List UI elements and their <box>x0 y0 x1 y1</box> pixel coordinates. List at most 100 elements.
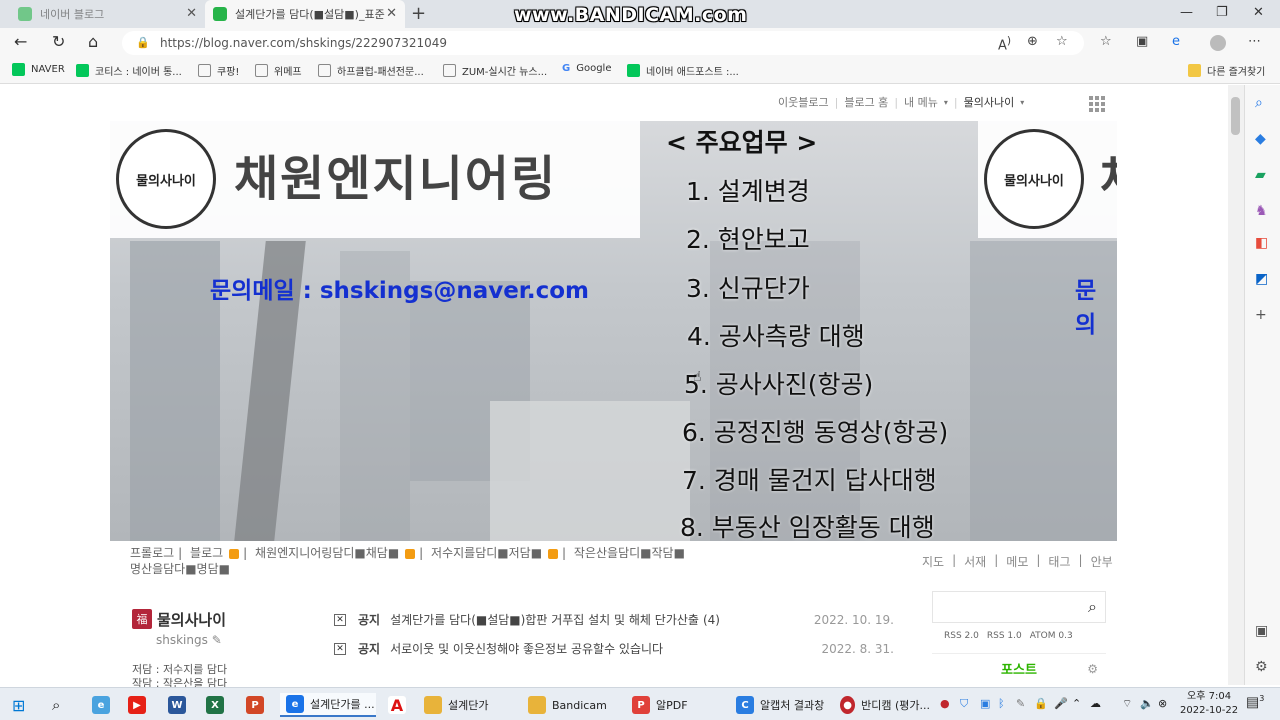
profile-avatar-icon[interactable] <box>1210 35 1226 51</box>
chevron-up-icon[interactable]: ⌃ <box>1072 697 1081 710</box>
cloud-icon[interactable]: ☁ <box>1090 697 1101 710</box>
other-favorites[interactable]: 다른 즐겨찾기 <box>1188 63 1265 78</box>
office-icon[interactable]: ◧ <box>1255 235 1268 251</box>
nav-memo[interactable]: 메모 <box>1006 553 1028 570</box>
close-box-icon[interactable]: ✕ <box>334 613 346 626</box>
bookmark-adpost[interactable]: 네이버 애드포스트 :... <box>627 63 739 78</box>
bookmark-zum[interactable]: ZUM-실시간 뉴스... <box>443 63 547 78</box>
nav-my-menu[interactable]: 내 메뉴 <box>904 94 938 110</box>
word-icon[interactable]: W <box>168 693 192 717</box>
close-tab-icon[interactable]: ✕ <box>186 6 197 21</box>
search-icon[interactable]: ⌕ <box>1088 597 1097 617</box>
nav-neighbor-blog[interactable]: 이웃블로그 <box>778 94 829 110</box>
category-link[interactable]: 프롤로그 <box>130 546 174 560</box>
favorites-icon[interactable]: ☆ <box>1100 34 1112 49</box>
atom-link[interactable]: ATOM 0.3 <box>1030 631 1073 641</box>
category-link[interactable]: 채원엔지니어링담디■채담■ <box>255 546 399 560</box>
system-clock[interactable]: 오후 7:04 2022-10-22 <box>1180 690 1238 718</box>
microphone-icon[interactable]: 🎤 <box>1054 697 1068 710</box>
acrobat-icon[interactable]: A <box>388 693 412 717</box>
ie-icon[interactable]: e <box>92 693 116 717</box>
collections-icon[interactable]: ▣ <box>1136 34 1148 49</box>
bookmark-coupang[interactable]: 쿠팡! <box>198 63 239 78</box>
refresh-icon[interactable]: ↻ <box>52 32 65 51</box>
gear-icon[interactable]: ⚙ <box>1087 662 1098 676</box>
rss1-link[interactable]: RSS 1.0 <box>987 631 1022 641</box>
powerpoint-icon[interactable]: P <box>246 693 270 717</box>
taskbar-app-bandicam[interactable]: ● 반디캠 (평가... <box>840 693 930 717</box>
notice-row[interactable]: ✕ 공지 서로이웃 및 이웃신청해야 좋은정보 공유할수 있습니다 2022. … <box>334 640 894 657</box>
volume-icon[interactable]: 🔈 <box>1140 697 1154 710</box>
nav-guestbook[interactable]: 안부 <box>1091 553 1113 570</box>
games-icon[interactable]: ♞ <box>1255 203 1268 219</box>
disconnected-icon[interactable]: ⊗ <box>1158 697 1167 710</box>
bluetooth-icon[interactable]: ᛒ <box>998 697 1005 710</box>
bookmark-wemakeprice[interactable]: 위메프 <box>255 63 302 78</box>
taskbar-app-alcapture[interactable]: C 알캡처 결과창 <box>736 693 832 717</box>
category-link[interactable]: 저수지를담디■저담■ <box>431 546 542 560</box>
page-scrollbar[interactable] <box>1228 85 1244 685</box>
read-aloud-icon[interactable]: A) <box>998 34 1011 53</box>
chevron-down-icon[interactable]: ▾ <box>1020 98 1024 107</box>
app-tray-icon[interactable]: ▣ <box>980 697 990 710</box>
pen-icon[interactable]: ✎ <box>1016 697 1025 710</box>
tools-icon[interactable]: ▰ <box>1255 167 1266 183</box>
rss2-link[interactable]: RSS 2.0 <box>944 631 979 641</box>
nav-tag[interactable]: 태그 <box>1048 553 1070 570</box>
bookmark-naver[interactable]: NAVER <box>12 63 65 76</box>
shield-icon[interactable]: ⛉ <box>960 697 968 711</box>
profile-name[interactable]: 물의사나이 <box>157 609 226 630</box>
nav-user[interactable]: 물의사나이 <box>964 94 1015 110</box>
window-close-button[interactable]: ✕ <box>1253 5 1264 20</box>
home-icon[interactable]: ⌂ <box>88 32 98 51</box>
category-link[interactable]: 작은산을담디■작담■ <box>574 546 685 560</box>
notice-title[interactable]: 설계단가를 담다(■설담■)합판 거푸집 설치 및 해체 단가산출 <box>390 611 699 628</box>
chevron-down-icon[interactable]: ▾ <box>944 98 948 107</box>
search-icon[interactable]: ⌕ <box>52 693 60 717</box>
more-menu-icon[interactable]: ⋯ <box>1248 34 1261 49</box>
youtube-icon[interactable]: ▶ <box>128 693 152 717</box>
new-tab-button[interactable]: + <box>411 3 426 24</box>
sidebar-toggle-icon[interactable]: ▣ <box>1255 623 1268 639</box>
category-link[interactable]: 블로그 <box>190 546 223 560</box>
bookmark-kotis[interactable]: 코티스 : 네이버 통... <box>76 63 182 78</box>
lock-tray-icon[interactable]: 🔒 <box>1034 697 1048 710</box>
favorite-star-icon[interactable]: ☆ <box>1056 34 1068 49</box>
blog-search-input[interactable]: ⌕ <box>932 591 1106 623</box>
edit-pencil-icon[interactable]: ✎ <box>212 633 222 647</box>
notification-icon[interactable]: ▤3 <box>1246 694 1264 711</box>
tab-current[interactable]: 설계단가를 담다(■설담■)_표준 ✕ <box>205 0 405 28</box>
close-tab-icon[interactable]: ✕ <box>386 6 397 21</box>
taskbar-app-bandicam-folder[interactable]: Bandicam <box>528 693 618 717</box>
bookmark-google[interactable]: G Google <box>562 63 611 74</box>
category-link[interactable]: 명산을담다■명담■ <box>130 562 230 576</box>
edge-extension-icon[interactable]: e <box>1172 34 1180 49</box>
notice-row[interactable]: ✕ 공지 설계단가를 담다(■설담■)합판 거푸집 설치 및 해체 단가산출 (… <box>334 611 894 628</box>
excel-icon[interactable]: X <box>206 693 230 717</box>
taskbar-app-folder[interactable]: 설계단가 <box>424 693 514 717</box>
outlook-icon[interactable]: ◩ <box>1255 271 1268 287</box>
record-tray-icon[interactable]: ● <box>940 697 950 710</box>
maximize-button[interactable]: ❐ <box>1216 5 1228 20</box>
windows-start-icon[interactable]: ⊞ <box>12 693 25 717</box>
apps-grid-icon[interactable] <box>1089 96 1105 112</box>
nav-map[interactable]: 지도 <box>922 553 944 570</box>
back-arrow-icon[interactable]: ← <box>14 32 27 51</box>
taskbar-app-edge[interactable]: e 설계단가를 ... <box>280 693 376 717</box>
settings-gear-icon[interactable]: ⚙ <box>1255 659 1268 675</box>
posts-header[interactable]: 포스트 ⚙ <box>932 653 1106 683</box>
search-icon[interactable]: ⌕ <box>1255 95 1263 111</box>
taskbar-app-alpdf[interactable]: P 알PDF <box>632 693 722 717</box>
minimize-button[interactable]: — <box>1180 5 1193 20</box>
scrollbar-thumb[interactable] <box>1231 97 1240 135</box>
close-box-icon[interactable]: ✕ <box>334 642 346 655</box>
zoom-icon[interactable]: ⊕ <box>1027 34 1038 49</box>
notice-title[interactable]: 서로이웃 및 이웃신청해야 좋은정보 공유할수 있습니다 <box>390 640 663 657</box>
shopping-tag-icon[interactable]: ◆ <box>1255 131 1266 147</box>
nav-library[interactable]: 서재 <box>964 553 986 570</box>
nav-blog-home[interactable]: 블로그 홈 <box>844 94 888 110</box>
wifi-icon[interactable]: ⌔ <box>1122 697 1132 711</box>
tab-naver-blog[interactable]: 네이버 블로그 ✕ <box>10 0 205 28</box>
add-icon[interactable]: + <box>1255 307 1267 323</box>
url-field[interactable]: 🔒 https://blog.naver.com/shskings/222907… <box>122 31 1084 55</box>
